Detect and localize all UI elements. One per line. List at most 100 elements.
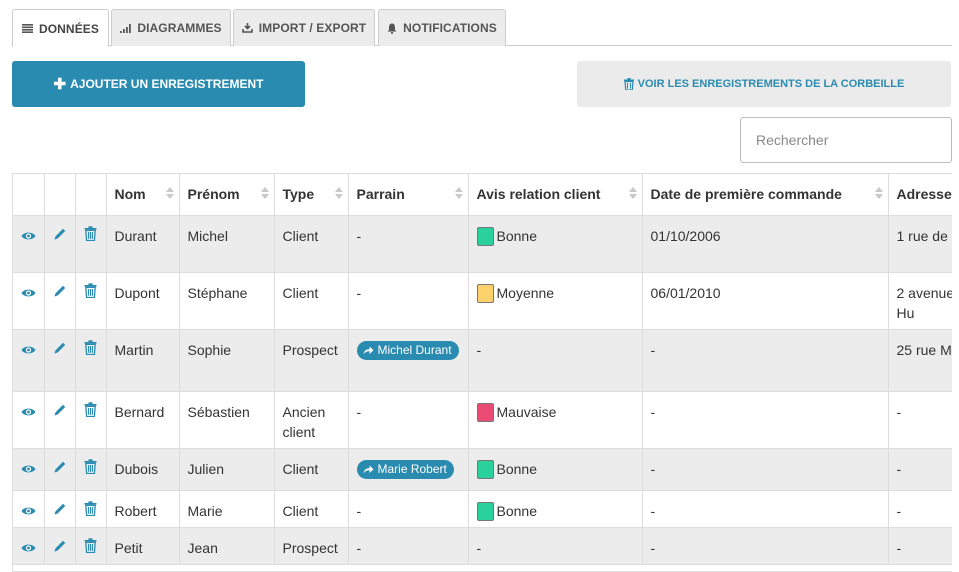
row-action-cell — [44, 490, 76, 528]
header-view — [13, 174, 45, 216]
header-label: Avis relation client — [476, 186, 601, 203]
cell-type: Client — [274, 272, 349, 330]
table-row: Bernard Sébastien Ancien client - Mauvaise - - — [13, 391, 952, 449]
view-record-eye-icon[interactable] — [21, 288, 36, 298]
tab-label: IMPORT / EXPORT — [258, 21, 367, 35]
delete-record-trash-icon[interactable] — [84, 225, 97, 241]
header-edit — [44, 174, 76, 216]
cell-avis: Mauvaise — [468, 391, 643, 449]
tab-import-export[interactable]: IMPORT / EXPORT — [233, 9, 375, 46]
header-label: Date de première commande — [650, 186, 842, 203]
parrain-link[interactable]: Michel Durant — [356, 340, 459, 360]
cell-parrain: - — [348, 490, 469, 528]
cell-prenom: Sébastien — [179, 391, 275, 449]
row-action-cell — [44, 391, 76, 449]
cell-adresse: 1 rue de l'église — [888, 215, 952, 273]
row-action-cell — [44, 215, 76, 273]
edit-record-pencil-icon[interactable] — [53, 539, 67, 553]
add-record-button[interactable]: ✚ AJOUTER UN ENREGISTREMENT — [12, 61, 305, 107]
header-avis[interactable]: Avis relation client — [468, 174, 643, 216]
row-action-cell — [13, 215, 45, 273]
cell-avis: - — [468, 329, 643, 392]
edit-record-pencil-icon[interactable] — [53, 502, 67, 516]
delete-record-trash-icon[interactable] — [84, 537, 97, 553]
bar-chart-icon — [120, 23, 132, 33]
table-header-row: Nom Prénom Type Parrain Avis relation cl… — [13, 174, 952, 216]
view-record-eye-icon[interactable] — [21, 506, 36, 516]
opinion-label: Mauvaise — [496, 403, 557, 420]
cell-parrain: - — [348, 391, 469, 449]
header-parrain[interactable]: Parrain — [348, 174, 469, 216]
view-record-eye-icon[interactable] — [21, 464, 36, 474]
cell-avis: Bonne — [468, 448, 643, 491]
trash-icon — [623, 78, 638, 91]
edit-record-pencil-icon[interactable] — [53, 284, 67, 298]
delete-record-trash-icon[interactable] — [84, 500, 97, 516]
delete-record-trash-icon[interactable] — [84, 401, 97, 417]
opinion-color-swatch — [476, 226, 494, 246]
records-table-container[interactable]: Nom Prénom Type Parrain Avis relation cl… — [12, 173, 952, 572]
row-action-cell — [13, 329, 45, 392]
tab-notifications[interactable]: NOTIFICATIONS — [378, 9, 506, 46]
header-label: Parrain — [356, 186, 405, 203]
header-prenom[interactable]: Prénom — [179, 174, 275, 216]
sort-icon — [260, 187, 269, 199]
parrain-link[interactable]: Marie Robert — [356, 459, 454, 479]
cell-nom: Durant — [106, 215, 180, 273]
cell-prenom: Marie — [179, 490, 275, 528]
cell-adresse: 25 rue M Curie — [888, 329, 952, 392]
row-action-cell — [13, 527, 45, 565]
edit-record-pencil-icon[interactable] — [53, 341, 67, 355]
header-label: Nom — [114, 186, 146, 203]
cell-nom: Martin — [106, 329, 180, 392]
view-record-eye-icon[interactable] — [21, 407, 36, 417]
cell-nom: Dupont — [106, 272, 180, 330]
cell-type: Client — [274, 490, 349, 528]
cell-avis: Bonne — [468, 490, 643, 528]
view-trash-button[interactable]: VOIR LES ENREGISTREMENTS DE LA CORBEILLE — [577, 61, 951, 107]
table-row: Martin Sophie Prospect Michel Durant - -25 ru… — [13, 329, 952, 392]
cell-nom: Robert — [106, 490, 180, 528]
table-body: Durant Michel Client - Bonne 01/10/2006 1 rue … — [13, 215, 952, 565]
sort-icon — [628, 187, 637, 199]
tab-donnees[interactable]: DONNÉES — [12, 9, 109, 47]
opinion-label: Bonne — [496, 460, 537, 477]
header-adresse[interactable]: Adresse — [888, 174, 952, 216]
delete-record-trash-icon[interactable] — [84, 458, 97, 474]
cell-adresse: - — [888, 448, 952, 491]
cell-date: - — [642, 391, 889, 449]
cell-type: Client — [274, 448, 349, 491]
cell-avis: - — [468, 527, 643, 565]
search-input[interactable] — [740, 117, 952, 163]
row-action-cell — [13, 490, 45, 528]
row-action-cell — [13, 391, 45, 449]
tab-label: DONNÉES — [38, 21, 100, 36]
edit-record-pencil-icon[interactable] — [53, 460, 67, 474]
cell-parrain: - — [348, 272, 469, 330]
row-action-cell — [13, 448, 45, 491]
header-date[interactable]: Date de première commande — [642, 174, 889, 216]
table-row: Durant Michel Client - Bonne 01/10/2006 1 rue … — [13, 215, 952, 273]
cell-date: - — [642, 448, 889, 491]
tab-diagrammes[interactable]: DIAGRAMMES — [111, 9, 231, 46]
add-record-label: AJOUTER UN ENREGISTREMENT — [70, 77, 264, 91]
cell-nom: Dubois — [106, 448, 180, 491]
row-action-cell — [13, 272, 45, 330]
sort-icon — [454, 187, 463, 199]
header-nom[interactable]: Nom — [106, 174, 180, 216]
edit-record-pencil-icon[interactable] — [53, 403, 67, 417]
view-record-eye-icon[interactable] — [21, 345, 36, 355]
delete-record-trash-icon[interactable] — [84, 282, 97, 298]
cell-date: 06/01/2010 — [642, 272, 889, 330]
row-action-cell — [75, 215, 107, 273]
edit-record-pencil-icon[interactable] — [53, 227, 67, 241]
table-row: Robert Marie Client - Bonne - - — [13, 490, 952, 528]
view-record-eye-icon[interactable] — [21, 231, 36, 241]
delete-record-trash-icon[interactable] — [84, 339, 97, 355]
row-action-cell — [75, 490, 107, 528]
opinion-color-swatch — [476, 459, 494, 479]
cell-parrain: Marie Robert — [348, 448, 469, 491]
sort-icon — [874, 187, 883, 199]
view-record-eye-icon[interactable] — [21, 543, 36, 553]
header-type[interactable]: Type — [274, 174, 349, 216]
